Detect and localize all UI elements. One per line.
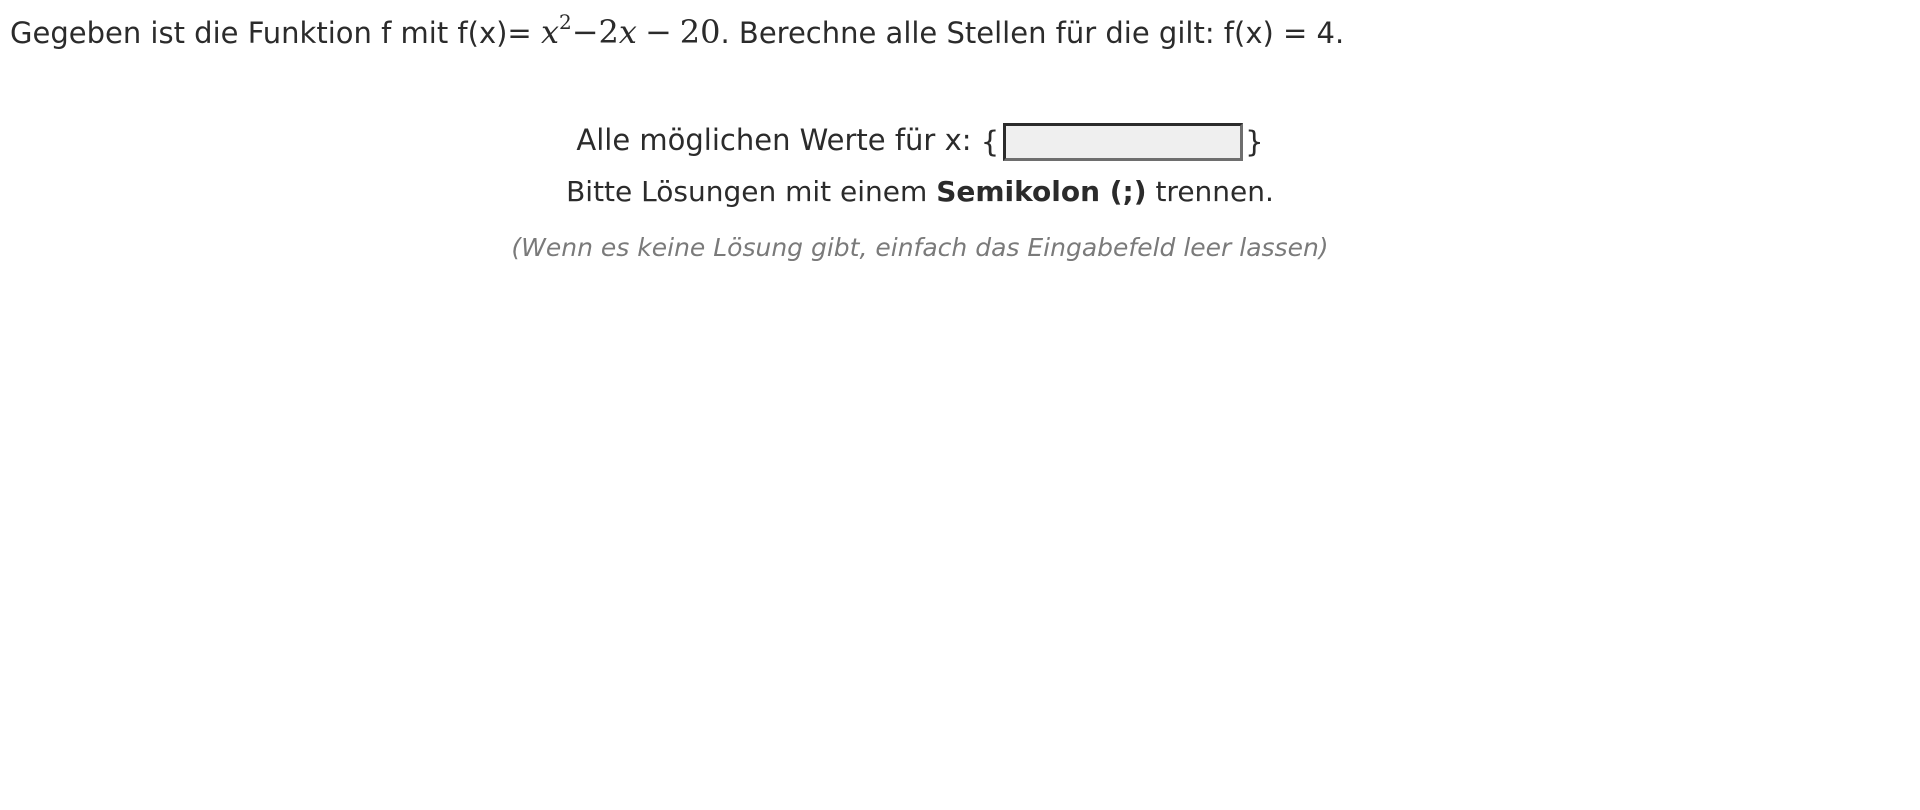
task-statement: Gegeben ist die Funktion f mit f(x)= x2−…	[10, 12, 1344, 53]
close-brace: }	[1245, 125, 1264, 159]
formula-exponent: 2	[559, 10, 572, 34]
open-brace: {	[980, 125, 1000, 159]
formula-minus-1: −	[571, 13, 599, 51]
formula-minus-2: −	[644, 13, 672, 51]
formula-coefficient: 2	[598, 13, 619, 51]
hint-bold: Semikolon (;)	[936, 175, 1147, 208]
empty-answer-note: (Wenn es keine Lösung gibt, einfach das …	[511, 233, 1329, 262]
separator-hint: Bitte Lösungen mit einem Semikolon (;) t…	[0, 172, 1840, 212]
hint-text-before: Bitte Lösungen mit einem	[566, 175, 937, 208]
function-formula: x2−2x −20	[540, 10, 721, 51]
answer-input[interactable]	[1003, 123, 1244, 161]
hint-text-after: trennen.	[1146, 175, 1274, 208]
task-prefix: Gegeben ist die Funktion f mit f(x)=	[10, 16, 532, 50]
formula-variable: x	[618, 13, 637, 51]
answer-row: Alle möglichen Werte für x: {}	[0, 116, 1840, 164]
formula-base: x	[540, 13, 559, 51]
task-suffix: . Berechne alle Stellen für die gilt: f(…	[720, 16, 1345, 50]
formula-constant: 20	[679, 13, 721, 51]
answer-label: Alle möglichen Werte für x:	[576, 123, 972, 157]
